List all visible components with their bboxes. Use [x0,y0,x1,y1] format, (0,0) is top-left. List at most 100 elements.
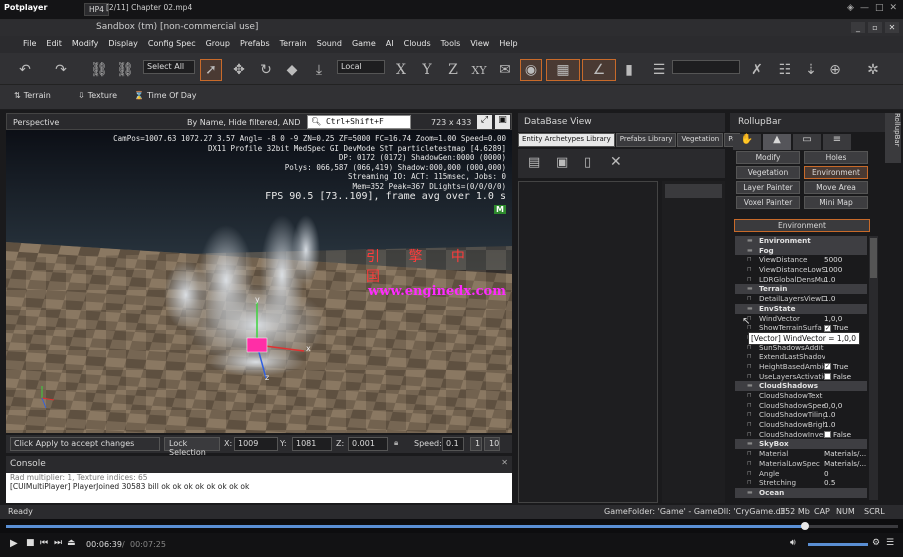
property-value[interactable]: ✓ True [824,362,848,372]
menu-item[interactable]: Help [494,36,522,53]
menu-item[interactable]: AI [381,36,399,53]
texture-button[interactable]: ⇩ Texture [78,91,117,100]
place-icon[interactable]: ⤓ [308,59,330,81]
display-tab-icon[interactable]: ▭ [793,134,821,150]
menu-item[interactable]: Config Spec [143,36,201,53]
property-value[interactable]: 1,0,0 [824,314,842,324]
open-folder-icon[interactable]: ▤ [528,155,540,170]
property-value[interactable]: 1.0 [824,294,835,304]
eject-icon[interactable]: ⏏ [67,538,76,548]
menu-item[interactable]: View [465,36,494,53]
menu-item[interactable]: Group [201,36,235,53]
property-row[interactable]: ⊓ Angle 0 [735,469,867,479]
speed-1-button[interactable]: 1 [470,437,482,451]
viewport-search-input[interactable]: 🔍︎ Ctrl+Shift+F [307,115,411,129]
property-row[interactable]: ⊓ CloudShadowBrigh 1.0 [735,420,867,430]
redo-icon[interactable]: ↷ [50,59,72,81]
property-value[interactable]: 0 [824,469,829,479]
menu-icon[interactable]: ☰ [886,538,894,548]
close-icon[interactable]: ✕ [885,22,899,33]
lock-icon[interactable]: 🔒︎ [394,438,398,448]
property-value[interactable]: 0.5 [824,478,835,488]
rollup-side-tab[interactable]: RollupBar [885,113,901,163]
rollup-button[interactable]: Mini Map [804,196,868,209]
new-file-icon[interactable]: ▯ [584,155,591,170]
property-value[interactable]: False [824,430,851,440]
speed-field[interactable]: 0.1 [442,437,464,451]
property-row[interactable]: ⊓ CloudShadowTiling 1.0 [735,410,867,420]
menu-item[interactable]: Game [347,36,381,53]
player-menu-button[interactable]: Potplayer [4,3,47,12]
rollup-button[interactable]: Voxel Painter [736,196,800,209]
unlink-icon[interactable]: ⛓ [114,59,136,81]
property-value[interactable]: 0,0,0 [824,401,842,411]
volume-icon[interactable]: 🔊︎ [790,538,796,548]
property-row[interactable]: ⊓ WindVector 1,0,0 [735,314,867,324]
property-section[interactable]: ▬ Terrain [735,284,867,295]
physics-icon[interactable]: ✲ [862,59,884,81]
maximize-icon[interactable]: □ [875,3,884,13]
checkbox[interactable] [824,373,831,381]
property-row[interactable]: ⊓ MaterialLowSpec Materials/... [735,459,867,469]
menu-item[interactable]: File [18,36,41,53]
menu-item[interactable]: Terrain [275,36,312,53]
property-value[interactable]: False [824,372,851,382]
property-row[interactable]: ⊓ CloudShadowInver False [735,430,867,440]
lock-selection-button[interactable]: Lock Selection [164,437,220,457]
menu-item[interactable]: Display [103,36,143,53]
database-tab[interactable]: Prefabs Library [615,133,677,147]
undo-icon[interactable]: ↶ [14,59,36,81]
database-tab[interactable]: Entity Archetypes Library [518,133,615,147]
terrain-button[interactable]: ⇅ Terrain [14,91,51,100]
properties-scrollbar[interactable] [869,236,878,500]
menu-item[interactable]: Prefabs [235,36,275,53]
terrain-tab-icon[interactable]: ▲ [763,134,791,150]
property-row[interactable]: ⊓ HeightBasedAmbie ✓ True [735,362,867,372]
minimize-icon[interactable]: — [860,3,869,13]
previous-icon[interactable]: ⏮ [40,538,48,548]
axis-y-lock[interactable]: Y [416,59,438,81]
speed-10-button[interactable]: 10 [484,437,500,451]
time-of-day-button[interactable]: ⌛ Time Of Day [134,91,197,100]
database-list[interactable] [518,181,658,503]
menu-item[interactable]: Edit [41,36,67,53]
seek-bar[interactable] [0,519,903,533]
3d-viewport[interactable]: CamPos=1007.63 1072.27 3.57 Angl= -8 0 -… [6,130,512,433]
axis-xy-lock[interactable]: XY [468,59,490,81]
menu-item[interactable]: Tools [436,36,466,53]
axis-z-lock[interactable]: Z [442,59,464,81]
settings-icon[interactable]: ⚙ [872,538,880,548]
property-value[interactable]: Materials/... [824,459,866,469]
play-icon[interactable]: ▶ [10,538,18,549]
delete-icon[interactable]: ✕ [610,154,622,170]
globe-icon[interactable]: ⊕ [824,59,846,81]
property-row[interactable]: ⊓ UseLayersActivatic False [735,372,867,382]
rollup-button[interactable]: Vegetation [736,166,800,179]
property-row[interactable]: ⊓ ExtendLastShadov [735,352,867,362]
axis-x-lock[interactable]: X [390,59,412,81]
checkbox[interactable]: ✓ [824,363,831,371]
property-value[interactable]: 5000 [824,255,842,265]
layers-icon[interactable]: ☷ [774,59,796,81]
property-value[interactable]: 1.0 [824,420,835,430]
rollup-button[interactable]: Environment [804,166,868,179]
select-by-name-icon[interactable]: ☰ [648,59,670,81]
property-value[interactable]: 1.0 [824,275,835,285]
restore-icon[interactable]: ▫ [868,22,882,33]
angle-snap-icon[interactable]: ∠ [582,59,616,81]
property-row[interactable]: ⊓ LDRGlobalDensMul 1.0 [735,275,867,285]
stop-icon[interactable]: ■ [26,538,35,548]
property-value[interactable]: 1000 [824,265,842,275]
move-icon[interactable]: ✥ [228,59,250,81]
property-section[interactable]: ▬ Ocean [735,487,867,498]
property-row[interactable]: ⊓ CloudShadowSpee 0,0,0 [735,401,867,411]
volume-slider[interactable] [808,543,868,546]
select-arrow-icon[interactable]: ➚ [200,59,222,81]
terrain-snap-icon[interactable]: ✉ [494,59,516,81]
menu-item[interactable]: Modify [67,36,104,53]
viewport-filter[interactable]: By Name, Hide filtered, AND [187,118,300,127]
console-log[interactable]: Rad multiplier: 1, Texture indices: 65 [… [6,473,512,503]
property-section[interactable]: ▬ Environment [735,236,867,246]
property-row[interactable]: ⊓ ViewDistance 5000 [735,255,867,265]
checkbox[interactable]: ✓ [824,324,831,332]
